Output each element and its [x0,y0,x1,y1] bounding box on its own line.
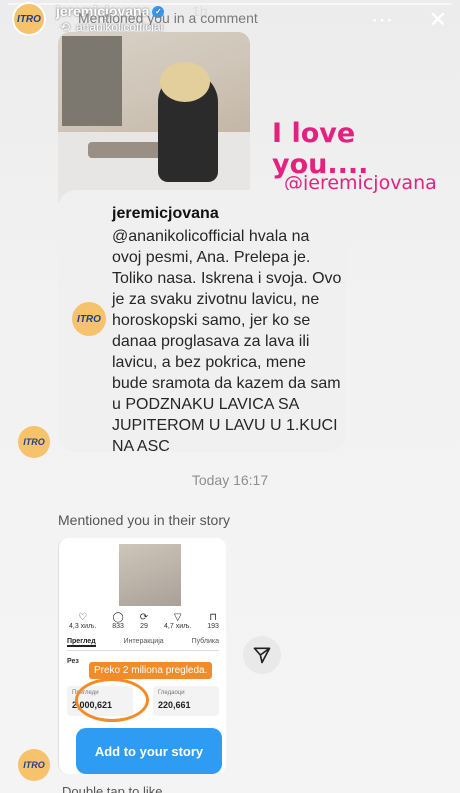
share-button[interactable] [243,636,281,674]
viewers-metric: Гледаоци 220,661 [153,686,219,716]
stat-likes: ♡ 4,3 хиљ. [69,612,96,630]
bookmark-icon: ⊓ [209,612,218,623]
tab-audience: Публика [191,638,219,645]
viewers-label: Гледаоци [158,690,185,696]
highlight-circle [75,678,149,722]
insights-tabs: Преглед Интеракција Публика [67,638,219,651]
repost-icon: ⟳ [139,612,149,623]
viewers-value: 220,661 [158,700,191,710]
photo-hair [160,62,210,102]
stat-value: 4,3 хиљ. [69,623,97,630]
close-icon[interactable]: ✕ [426,8,450,32]
header-avatar[interactable]: ITRO [12,2,46,36]
results-label: Рез [67,658,79,665]
love-caption: I love you.... [272,118,369,180]
stats-row: ♡ 4,3 хиљ. ◯ 833 ⟳ 29 ▽ 4,7 хиљ. ⊓ 193 [69,612,219,630]
story-photo [58,32,250,202]
more-icon[interactable]: ⋯ [370,8,394,32]
stat-saves: ⊓ 193 [207,612,219,630]
add-to-story-button[interactable]: Add to your story [76,728,222,774]
mention-label: Mentioned you in their story [58,512,230,528]
comment-avatar[interactable]: ITRO [72,302,106,336]
avatar-text: ITRO [77,313,101,325]
stat-value: 4,7 хиљ. [164,623,192,630]
tab-overview: Преглед [67,638,96,647]
mini-photo [119,544,181,606]
comment-icon: ◯ [112,612,124,623]
heart-icon: ♡ [78,612,88,623]
stat-value: 833 [112,623,124,630]
comment-text: @ananikolicofficial hvala na ovoj pesmi,… [112,228,342,455]
stat-value: 29 [140,623,148,630]
share-icon: ▽ [173,612,182,623]
stat-comments: ◯ 833 [112,612,124,630]
tab-interaction: Интеракција [123,638,164,645]
side-avatar-1[interactable]: ITRO [18,426,50,458]
stat-reposts: ⟳ 29 [140,612,148,630]
photo-window [62,36,122,126]
double-tap-hint: Double tap to like [62,784,163,793]
side-avatar-2[interactable]: ITRO [18,749,50,781]
avatar-text: ITRO [23,760,45,770]
stat-shares: ▽ 4,7 хиљ. [164,612,191,630]
avatar-text: ITRO [23,437,45,447]
stat-value: 193 [207,623,219,630]
avatar-text: ITRO [17,13,41,25]
comment-username[interactable]: jeremicjovana [112,205,219,223]
timestamp: Today 16:17 [191,472,269,488]
send-icon [253,647,271,664]
views-banner: Preko 2 miliona pregleda. [89,662,213,679]
